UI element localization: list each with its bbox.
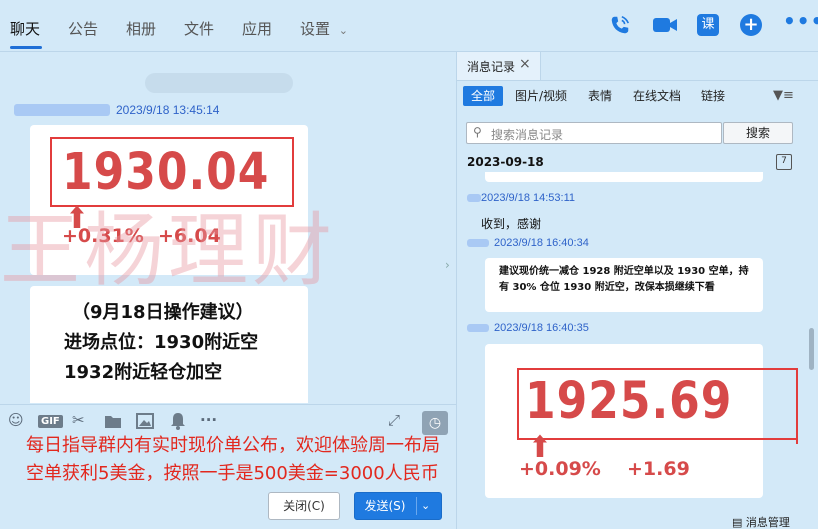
close-button[interactable]: 关闭(C) [268,492,340,520]
history-tab[interactable]: 消息记录 × [457,52,541,81]
tab-album[interactable]: 相册 [126,18,156,39]
history-price-number: 1925.69 [525,372,733,431]
search-placeholder: 搜索消息记录 [491,128,564,142]
advice-add: 1932附近轻仓加空 [64,362,223,383]
history-change-absolute: +1.69 [627,458,690,480]
history-title: 消息记录 [467,60,516,74]
group-name-redacted [145,73,293,93]
message-manage-icon: ▤ [732,516,743,529]
active-tab-indicator [10,46,42,49]
chevron-down-icon[interactable]: ⌄ [421,493,430,519]
sender-redacted [467,239,489,247]
history-search-input[interactable]: ⚲ 搜索消息记录 [466,122,722,144]
history-scrollbar[interactable] [809,328,814,370]
filter-media[interactable]: 图片/视频 [515,86,567,106]
advice-title: （9月18日操作建议） [72,302,254,323]
divider [457,80,818,81]
history-msg1-time: 2023/9/18 14:53:11 [481,192,575,204]
history-price-image[interactable]: 1925.69 ⬆ +0.09% +1.69 [485,344,797,498]
folder-icon[interactable] [104,413,122,429]
message-history-panel: 消息记录 × 全部 图片/视频 表情 在线文档 链接 ▼≡ ⚲ 搜索消息记录 搜… [456,52,818,529]
send-divider [416,497,417,515]
sender-redacted [467,324,489,332]
history-msg2-text: 建议现价统一减仓 1928 附近空单以及 1930 空单，持有 30% 仓位 1… [499,266,749,293]
expand-icon[interactable]: ⤢ [388,411,400,429]
add-icon[interactable]: + [740,14,762,36]
composer-toolbar: ☺ GIF ✂ ··· ⤢ ◷ [0,404,456,435]
phone-call-icon[interactable] [609,14,631,36]
filter-funnel-icon[interactable]: ▼≡ [773,88,794,103]
more-icon[interactable]: ••• [783,11,818,36]
previous-message-card [485,172,763,182]
tab-announcements[interactable]: 公告 [68,18,98,39]
tab-settings-label: 设置 [300,20,331,38]
video-call-icon[interactable] [652,14,678,36]
price-number: 1930.04 [62,143,270,202]
calendar-icon[interactable]: 7 [776,154,792,170]
history-msg2-time: 2023/9/18 16:40:34 [494,237,589,249]
date-header: 2023-09-18 [467,155,544,169]
history-msg3-time: 2023/9/18 16:40:35 [494,322,589,334]
change-percent: +0.31% [62,225,144,247]
top-navigation: 聊天 公告 相册 文件 应用 设置 ⌄ 课 + ••• [0,0,818,52]
scissors-icon[interactable]: ✂ [72,411,85,429]
advice-entry: 进场点位：1930附近空 [64,332,259,353]
chevron-down-icon: ⌄ [338,24,349,37]
history-msg1-text: 收到，感谢 [481,217,542,231]
history-msg2-card[interactable]: 建议现价统一减仓 1928 附近空单以及 1930 空单，持有 30% 仓位 1… [485,258,763,312]
send-button-label: 发送(S) [364,499,406,513]
tab-files[interactable]: 文件 [184,18,214,39]
sender-name-redacted [14,104,110,116]
change-absolute: +6.04 [158,225,221,247]
close-icon[interactable]: × [519,56,531,72]
history-change-percent: +0.09% [519,458,601,480]
gif-icon[interactable]: GIF [38,415,63,428]
collapse-panel-arrow[interactable]: › [445,258,455,298]
course-icon[interactable]: 课 [697,14,719,36]
price-image-message[interactable]: 1930.04 ⬆ +0.31% +6.04 [30,125,308,275]
image-icon[interactable] [136,413,154,429]
message-management-link[interactable]: ▤ 消息管理 [732,514,790,529]
tab-apps[interactable]: 应用 [242,18,272,39]
send-button[interactable]: 发送(S) ⌄ [354,492,442,520]
sender-redacted [467,194,481,202]
emoji-icon[interactable]: ☺ [8,411,24,429]
search-button[interactable]: 搜索 [723,122,793,144]
filter-docs[interactable]: 在线文档 [633,86,681,106]
message-manage-label: 消息管理 [745,516,790,529]
more-tools-icon[interactable]: ··· [200,411,217,429]
chat-messages[interactable]: 2023/9/18 13:45:14 1930.04 ⬆ +0.31% +6.0… [0,53,456,403]
message-timestamp: 2023/9/18 13:45:14 [116,103,220,117]
tab-chat[interactable]: 聊天 [10,18,40,39]
search-icon: ⚲ [473,125,482,139]
bell-icon[interactable] [170,412,186,430]
filter-all[interactable]: 全部 [463,86,504,106]
tab-settings[interactable]: 设置 ⌄ [300,18,348,39]
filter-stickers[interactable]: 表情 [588,86,612,106]
filter-links[interactable]: 链接 [701,86,725,106]
price-highlight-box-edge [796,368,798,444]
advice-image-message[interactable]: （9月18日操作建议） 进场点位：1930附近空 1932附近轻仓加空 [30,286,308,403]
overlay-annotation-text: 每日指导群内有实时现价单公布，欢迎体验周一布局空单获利5美金，按照一手是500美… [26,435,440,484]
